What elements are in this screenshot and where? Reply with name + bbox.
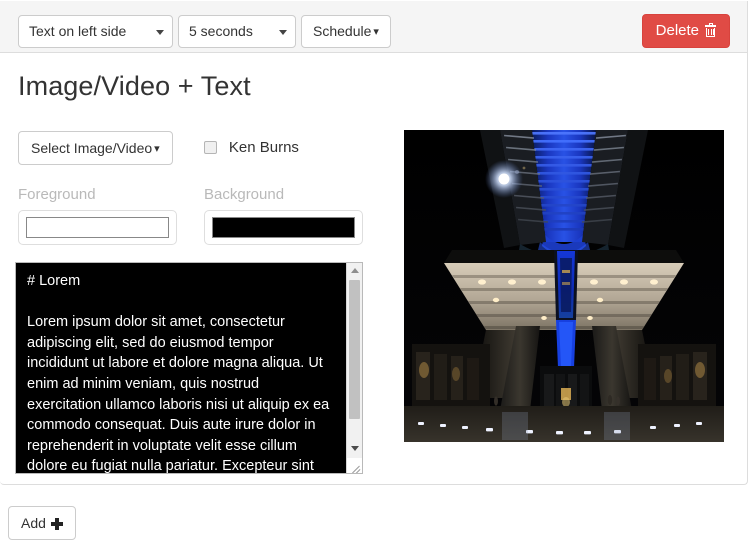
delete-button-label: Delete	[655, 22, 699, 39]
chevron-down-icon	[279, 29, 287, 35]
slide-editor-panel: Text on left side 5 seconds Schedule ▾ De…	[0, 1, 748, 485]
background-color-group: Background	[204, 186, 363, 245]
foreground-color-group: Foreground	[18, 186, 177, 245]
select-media-button[interactable]: Select Image/Video ▾	[18, 131, 173, 165]
text-editor-input[interactable]	[16, 263, 347, 473]
scroll-down-arrow-icon[interactable]	[347, 441, 362, 456]
ken-burns-checkbox[interactable]	[204, 141, 217, 154]
chevron-down-icon: ▾	[373, 26, 379, 38]
background-color-input[interactable]	[204, 210, 363, 245]
text-editor-container	[15, 262, 363, 474]
foreground-color-input[interactable]	[18, 210, 177, 245]
add-button-label: Add	[21, 515, 46, 531]
duration-select[interactable]: 5 seconds	[178, 15, 296, 48]
scrollbar-thumb[interactable]	[349, 280, 360, 419]
select-media-button-label: Select Image/Video	[31, 140, 153, 156]
slide-toolbar: Text on left side 5 seconds Schedule ▾ De…	[0, 1, 747, 53]
text-editor-scrollbar[interactable]	[346, 263, 362, 473]
page-title: Image/Video + Text	[18, 71, 251, 101]
ken-burns-checkbox-row[interactable]: Ken Burns	[204, 137, 299, 157]
layout-select[interactable]: Text on left side	[18, 15, 173, 48]
duration-select-value: 5 seconds	[189, 23, 253, 39]
foreground-label: Foreground	[18, 186, 96, 203]
schedule-button-label: Schedule	[313, 23, 372, 39]
media-preview-image[interactable]	[404, 130, 724, 442]
background-color-swatch	[212, 217, 355, 238]
app-root: Text on left side 5 seconds Schedule ▾ De…	[0, 0, 755, 542]
plus-icon	[50, 518, 63, 530]
chevron-down-icon: ▾	[154, 143, 160, 155]
add-button[interactable]: Add	[8, 506, 76, 540]
delete-button[interactable]: Delete	[641, 14, 730, 48]
chevron-down-icon	[156, 29, 164, 35]
resize-grip-icon[interactable]	[347, 458, 362, 473]
background-label: Background	[204, 186, 285, 203]
layout-select-value: Text on left side	[29, 23, 127, 39]
ken-burns-label: Ken Burns	[228, 139, 299, 156]
schedule-button[interactable]: Schedule ▾	[301, 15, 391, 48]
scroll-up-arrow-icon[interactable]	[347, 263, 362, 278]
foreground-color-swatch	[26, 217, 169, 238]
trash-icon	[705, 23, 716, 37]
